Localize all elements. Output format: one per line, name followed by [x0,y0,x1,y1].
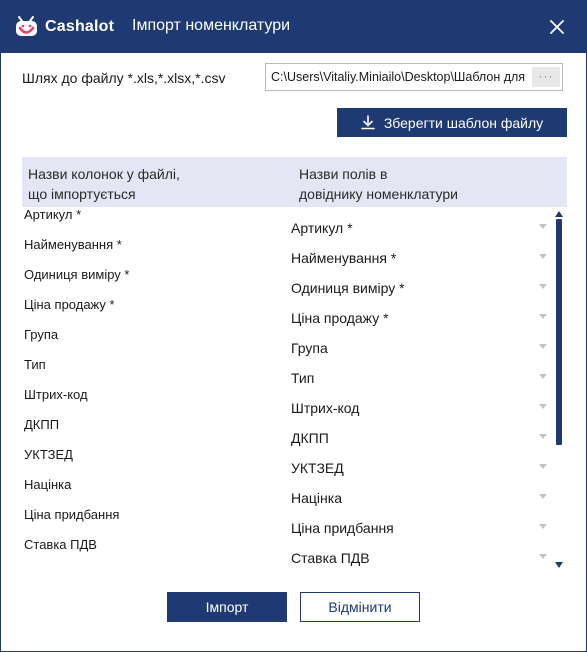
mapping-row: Тип Тип [22,357,552,387]
file-path-input[interactable] [266,64,529,90]
import-dialog: Cashalot Імпорт номенклатури Шлях до фай… [0,0,587,652]
dialog-title: Імпорт номенклатури [132,17,291,34]
target-field-select[interactable]: Артикул * [291,207,553,237]
chevron-down-icon[interactable] [539,224,547,229]
source-column-label: Націнка [24,477,72,492]
target-field-select[interactable]: Одиниця виміру * [291,267,553,297]
source-column-label: Одиниця виміру * [24,267,130,282]
header-source-columns: Назви колонок у файлі, що імпортується [28,164,268,204]
target-field-select[interactable]: Тип [291,357,553,387]
scroll-up-arrow-icon[interactable] [555,211,563,217]
source-column-label: УКТЗЕД [24,447,73,462]
mapping-row: Ставка ПДВ Ставка ПДВ [22,537,552,567]
title-bar: Cashalot Імпорт номенклатури [1,1,586,53]
source-column-label: Група [24,327,59,342]
mapping-row: Штрих-код Штрих-код [22,387,552,417]
target-field-value: Ціна придбання [291,520,394,536]
header-target-line-1: Назви полів в [299,166,388,182]
target-field-value: УКТЗЕД [291,460,344,476]
mapping-row: Артикул * Артикул * [22,207,552,237]
chevron-down-icon[interactable] [539,254,547,259]
save-template-label: Зберегти шаблон файлу [383,114,544,131]
scroll-thumb[interactable] [556,219,562,445]
target-field-select[interactable]: УКТЗЕД [291,447,553,477]
target-field-select[interactable]: ДКПП [291,417,553,447]
mapping-rows: Артикул * Артикул * Найменування * Найменув… [22,207,562,567]
target-field-select[interactable]: Штрих-код [291,387,553,417]
chevron-down-icon[interactable] [539,434,547,439]
import-button[interactable]: Імпорт [167,592,287,622]
source-column-label: Тип [24,357,46,372]
source-column-label: Артикул * [24,207,82,222]
source-column-label: Ціна продажу * [24,297,115,312]
source-column-label: Ставка ПДВ [24,537,97,552]
header-target-line-2: довіднику номенклатури [299,186,459,202]
target-field-value: Ціна продажу * [291,310,389,326]
chevron-down-icon[interactable] [539,374,547,379]
source-column-label: Ціна придбання [24,507,120,522]
download-icon [361,115,375,130]
mapping-row: УКТЗЕД УКТЗЕД [22,447,552,477]
mapping-row: Ціна придбання Ціна придбання [22,507,552,537]
target-field-value: Найменування * [291,250,397,266]
save-template-button[interactable]: Зберегти шаблон файлу [337,108,567,137]
target-field-select[interactable]: Група [291,327,553,357]
target-field-value: ДКПП [291,430,329,446]
mapping-row: ДКПП ДКПП [22,417,552,447]
target-field-value: Тип [291,370,315,386]
target-field-value: Ставка ПДВ [291,550,370,566]
target-field-select[interactable]: Націнка [291,477,553,507]
chevron-down-icon[interactable] [539,314,547,319]
source-column-label: ДКПП [24,417,60,432]
target-field-select[interactable]: Ціна придбання [291,507,553,537]
cancel-button[interactable]: Відмінити [300,592,420,622]
chevron-down-icon[interactable] [539,464,547,469]
target-field-value: Штрих-код [291,400,360,416]
chevron-down-icon[interactable] [539,494,547,499]
file-path-label: Шлях до файлу *.xls,*.xlsx,*.csv [22,70,226,86]
chevron-down-icon[interactable] [539,554,547,559]
header-source-line-1: Назви колонок у файлі, [28,166,180,182]
chevron-down-icon[interactable] [539,284,547,289]
source-column-label: Штрих-код [24,387,88,402]
chevron-down-icon[interactable] [539,404,547,409]
mapping-row: Ціна продажу * Ціна продажу * [22,297,552,327]
mapping-table-header: Назви колонок у файлі, що імпортується Н… [22,157,567,207]
mapping-row: Найменування * Найменування * [22,237,552,267]
mapping-row: Група Група [22,327,552,357]
source-column-label: Найменування * [24,237,122,252]
target-field-select[interactable]: Найменування * [291,237,553,267]
target-field-value: Група [291,340,328,356]
target-field-value: Артикул * [291,220,353,236]
header-source-line-2: що імпортується [28,186,136,202]
mapping-row: Націнка Націнка [22,477,552,507]
cashalot-logo-icon [16,16,37,36]
target-field-value: Націнка [291,490,342,506]
mapping-row: Одиниця виміру * Одиниця виміру * [22,267,552,297]
target-field-select[interactable]: Ставка ПДВ [291,537,553,567]
chevron-down-icon[interactable] [539,344,547,349]
target-field-value: Одиниця виміру * [291,280,405,296]
close-icon[interactable] [545,15,569,39]
app-logo: Cashalot [13,14,114,40]
logo-text: Cashalot [45,18,115,35]
scroll-down-arrow-icon[interactable] [555,562,563,568]
header-target-fields: Назви полів в довіднику номенклатури [299,164,539,204]
file-path-field: ··· [265,63,563,91]
scrollbar[interactable] [554,211,564,573]
chevron-down-icon[interactable] [539,524,547,529]
target-field-select[interactable]: Ціна продажу * [291,297,553,327]
browse-button[interactable]: ··· [532,67,560,87]
